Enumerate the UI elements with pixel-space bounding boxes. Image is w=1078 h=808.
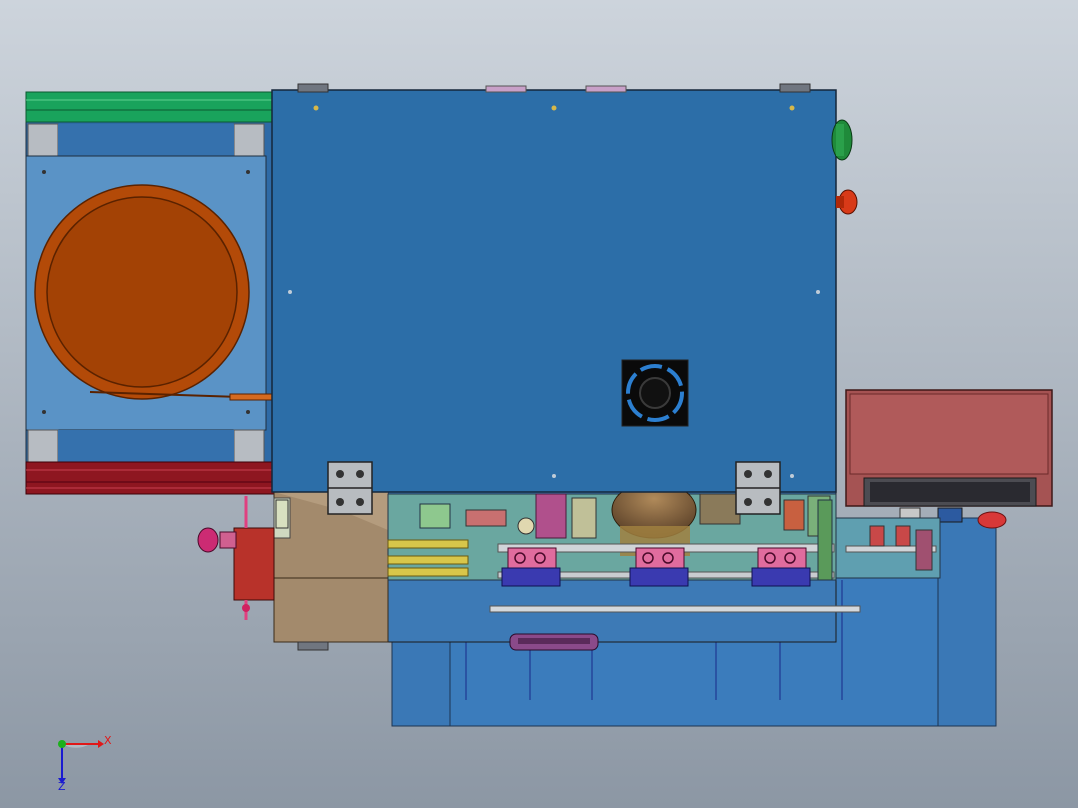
hinge-left[interactable] xyxy=(327,461,373,515)
x-axis-label: X xyxy=(104,734,112,747)
left-tray-module[interactable] xyxy=(25,91,275,495)
gray-rod xyxy=(489,605,861,613)
clamp-unit-2[interactable] xyxy=(629,547,689,587)
cooling-fan xyxy=(621,359,689,427)
hinge-right[interactable] xyxy=(735,461,781,515)
right-mechanism-extension xyxy=(835,517,941,579)
y-axis-arrow-dot xyxy=(58,740,66,748)
orange-bowl-inner xyxy=(46,196,238,388)
pink-knob xyxy=(197,527,219,553)
clamp-unit-3[interactable] xyxy=(751,547,811,587)
z-axis-label: Z xyxy=(58,780,66,793)
cad-canvas[interactable]: X Z Y xyxy=(0,0,1078,808)
red-rail xyxy=(25,461,275,495)
green-rail xyxy=(25,91,275,123)
main-housing[interactable] xyxy=(271,83,837,515)
clamp-unit-1[interactable] xyxy=(501,547,561,587)
cad-viewport[interactable]: X Z Y xyxy=(0,0,1078,808)
